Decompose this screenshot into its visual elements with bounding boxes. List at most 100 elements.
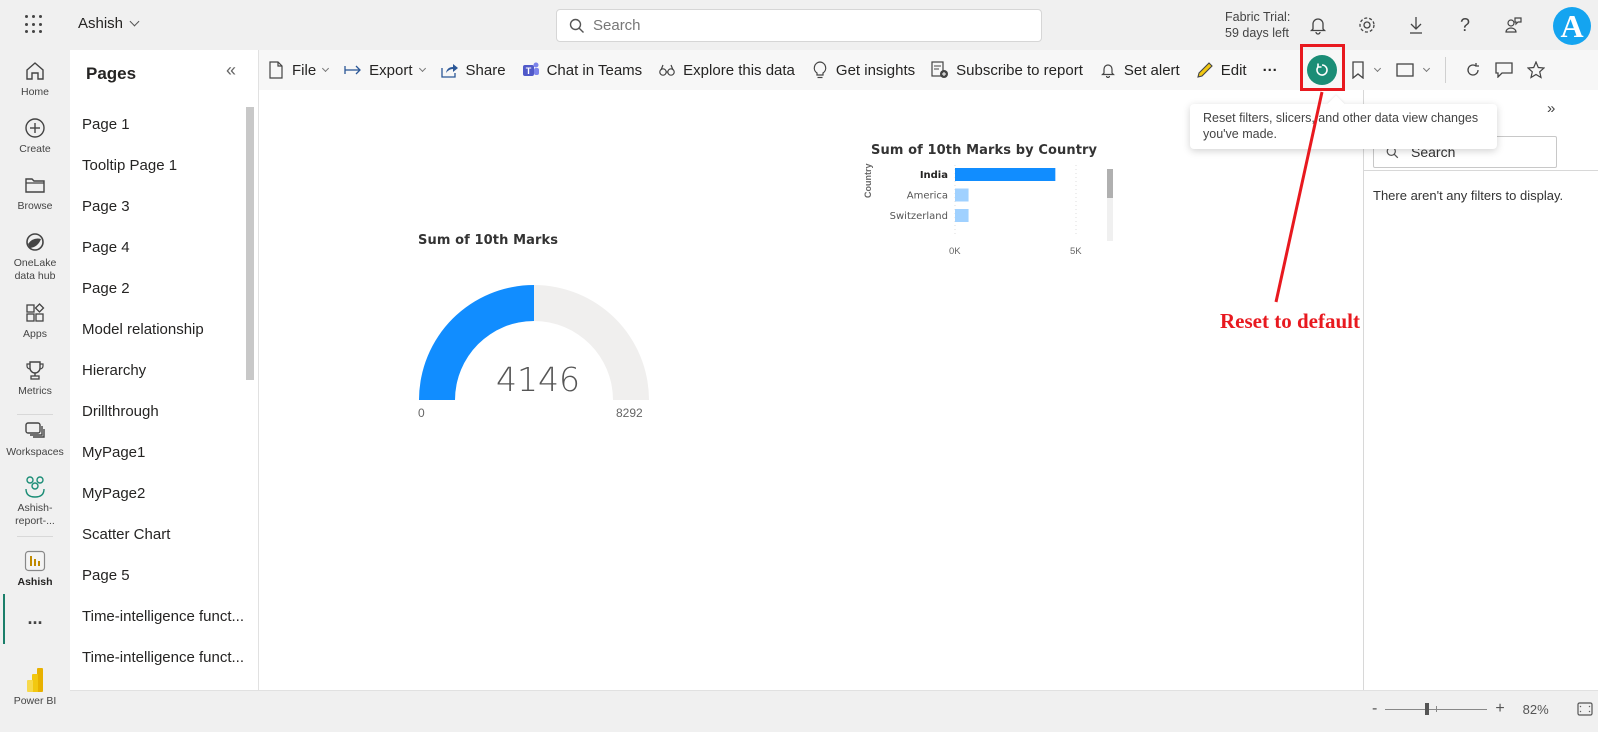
reset-icon — [1316, 63, 1328, 76]
nav-workspaces[interactable]: Workspaces — [0, 418, 70, 459]
pages-title: Pages — [86, 64, 137, 83]
trial-status[interactable]: Fabric Trial: 59 days left — [1225, 9, 1290, 41]
onelake-icon — [22, 229, 48, 255]
zoom-in-button[interactable]: + — [1495, 700, 1504, 718]
pages-scrollbar[interactable] — [246, 107, 254, 380]
trial-days-left: 59 days left — [1225, 26, 1289, 40]
page-item[interactable]: Page 4 — [70, 227, 245, 268]
page-item[interactable]: Page 1 — [70, 104, 245, 145]
lightbulb-icon — [811, 61, 829, 79]
page-item[interactable]: MyPage2 — [70, 473, 245, 514]
pages-panel: Pages « Page 1 Tooltip Page 1 Page 3 Pag… — [70, 50, 259, 690]
explore-data-button[interactable]: Explore this data — [650, 50, 803, 90]
more-options-button[interactable]: ··· — [1255, 50, 1286, 90]
zoom-slider[interactable] — [1385, 702, 1488, 715]
nav-create[interactable]: Create — [0, 115, 70, 156]
comment-icon — [1495, 62, 1513, 78]
nav-onelake[interactable]: OneLake data hub — [0, 229, 70, 283]
search-icon — [569, 18, 584, 33]
nav-workspace-ashish-report[interactable]: Ashish-report-... — [0, 474, 70, 528]
gauge-title: Sum of 10th Marks — [418, 233, 559, 248]
toolbar-separator — [1445, 57, 1446, 83]
page-item[interactable]: Page 2 — [70, 268, 245, 309]
nav-apps[interactable]: Apps — [0, 300, 70, 341]
favorite-button[interactable] — [1520, 50, 1552, 90]
zoom-slider-thumb[interactable] — [1425, 702, 1430, 715]
page-item[interactable]: Time-intelligence funct... — [70, 637, 245, 678]
share-people-icon[interactable] — [1501, 12, 1527, 38]
powerbi-logo[interactable]: Power BI — [0, 667, 70, 708]
nav-browse[interactable]: Browse — [0, 172, 70, 213]
page-item[interactable]: Scatter Chart — [70, 514, 245, 555]
avatar[interactable]: A — [1553, 7, 1591, 45]
page-item[interactable]: Time-intelligence funct... — [70, 678, 245, 690]
page-item[interactable]: Page 3 — [70, 186, 245, 227]
page-list: Page 1 Tooltip Page 1 Page 3 Page 4 Page… — [70, 104, 245, 690]
page-item[interactable]: Model relationship — [70, 309, 245, 350]
comments-button[interactable] — [1488, 50, 1520, 90]
help-icon[interactable]: ? — [1452, 12, 1478, 38]
bookmark-menu-button[interactable] — [1337, 50, 1384, 90]
file-menu-button[interactable]: File — [259, 50, 336, 90]
bar-chart-title: Sum of 10th Marks by Country — [871, 143, 1098, 158]
view-icon — [1396, 63, 1414, 77]
filters-divider — [1364, 170, 1598, 171]
reset-to-default-button[interactable] — [1307, 55, 1337, 85]
set-alert-button[interactable]: Set alert — [1091, 50, 1188, 90]
bar[interactable] — [955, 168, 1056, 181]
view-menu-button[interactable] — [1384, 50, 1433, 90]
workspace-name: Ashish — [78, 15, 124, 32]
report-icon — [22, 548, 48, 574]
edit-button[interactable]: Edit — [1188, 50, 1255, 90]
page-item[interactable]: Page 5 — [70, 555, 245, 596]
app-launcher-icon[interactable] — [25, 15, 45, 35]
nav-report-ashish[interactable]: Ashish — [0, 548, 70, 589]
share-button[interactable]: Share — [433, 50, 514, 90]
x-tick-label: 5K — [1070, 246, 1082, 257]
nav-home[interactable]: Home — [0, 58, 70, 99]
refresh-button[interactable] — [1458, 50, 1488, 90]
refresh-icon — [1467, 63, 1479, 76]
global-search[interactable] — [556, 9, 1042, 42]
workspace-switcher[interactable]: Ashish — [78, 15, 140, 32]
gauge-value: 4146 — [496, 360, 580, 399]
bar-chart-scrollbar[interactable] — [1107, 169, 1113, 241]
page-item[interactable]: Time-intelligence funct... — [70, 596, 245, 637]
left-nav: Home Create Browse OneLake data hub Apps… — [0, 50, 70, 732]
page-item[interactable]: MyPage1 — [70, 432, 245, 473]
home-icon — [22, 58, 48, 84]
page-item[interactable]: Hierarchy — [70, 350, 245, 391]
report-toolbar: File Export Share T Chat in Teams Explor… — [259, 50, 1598, 90]
gear-icon[interactable] — [1354, 12, 1380, 38]
workspaces-icon — [22, 418, 48, 444]
plus-circle-icon — [22, 115, 48, 141]
bar[interactable] — [955, 209, 969, 222]
download-icon[interactable] — [1403, 12, 1429, 38]
subscribe-button[interactable]: Subscribe to report — [923, 50, 1091, 90]
get-insights-button[interactable]: Get insights — [803, 50, 923, 90]
bell-icon — [1099, 61, 1117, 79]
apps-icon — [22, 300, 48, 326]
star-icon — [1527, 61, 1545, 79]
chat-in-teams-button[interactable]: T Chat in Teams — [514, 50, 651, 90]
pencil-icon — [1196, 61, 1214, 79]
zoom-slider-tick — [1436, 705, 1438, 712]
page-item[interactable]: Tooltip Page 1 — [70, 145, 245, 186]
fit-to-page-icon[interactable] — [1577, 702, 1593, 716]
x-tick-label: 0K — [949, 246, 961, 257]
nav-more[interactable]: ... — [0, 609, 70, 627]
filters-empty-message: There aren't any filters to display. — [1373, 188, 1564, 203]
export-arrow-icon — [344, 61, 362, 79]
collapse-pages-icon[interactable]: « — [226, 60, 236, 81]
export-menu-button[interactable]: Export — [336, 50, 432, 90]
workspace-group-icon — [22, 474, 48, 500]
zoom-out-button[interactable]: - — [1372, 700, 1377, 718]
bar[interactable] — [955, 188, 969, 202]
bell-icon[interactable] — [1305, 12, 1331, 38]
page-item[interactable]: Drillthrough — [70, 391, 245, 432]
nav-separator — [17, 414, 53, 415]
search-input[interactable] — [593, 17, 993, 34]
expand-filters-icon[interactable]: » — [1547, 100, 1555, 117]
subscribe-icon — [931, 61, 949, 79]
nav-metrics[interactable]: Metrics — [0, 357, 70, 398]
